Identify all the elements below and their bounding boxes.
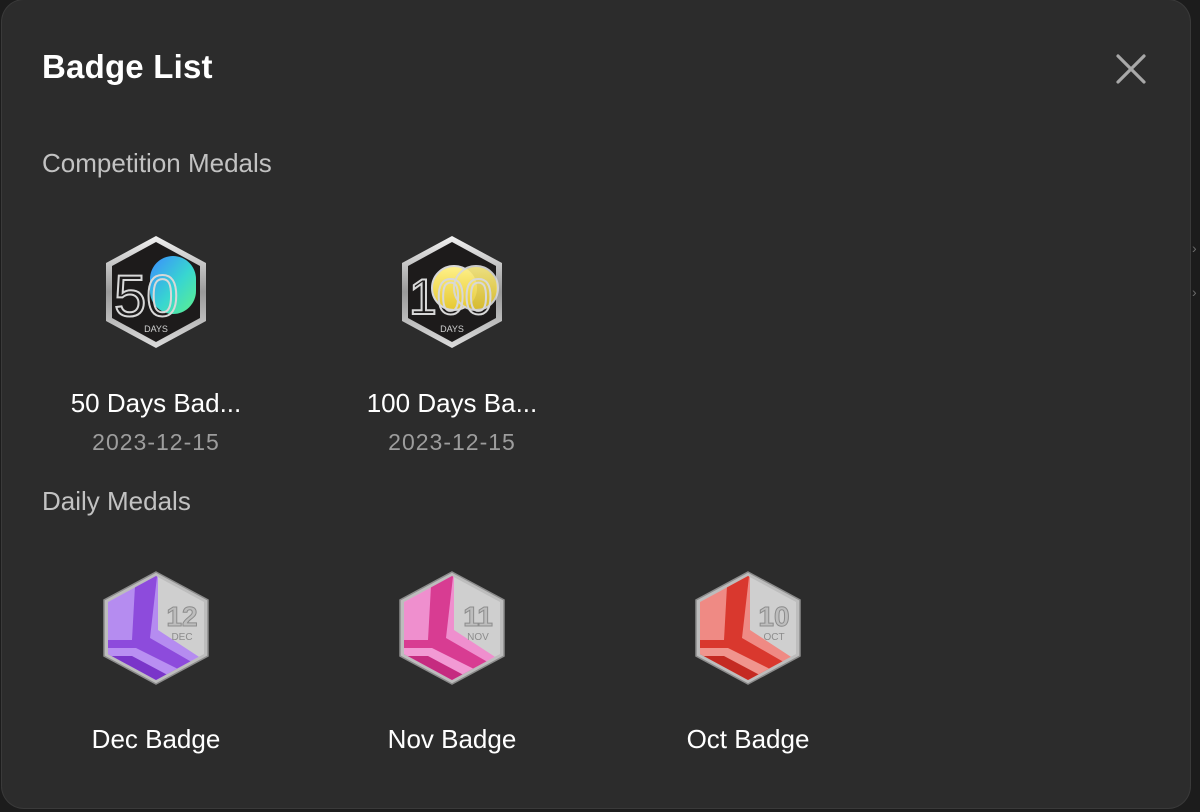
badge-card-nov[interactable]: 11 NOV Nov Badge (332, 568, 572, 755)
badge-name: Dec Badge (91, 724, 221, 754)
medal-month: OCT (763, 632, 784, 643)
badge-name: Oct Badge (686, 724, 810, 754)
medal-number: 50 (114, 264, 179, 329)
hundred-days-medal-icon: 100 DAYS (402, 236, 502, 348)
section-title-competition: Competition Medals (42, 148, 272, 178)
medal-month: DEC (171, 632, 192, 643)
december-medal-icon: 12 DEC (103, 571, 209, 685)
dialog-title: Badge List (42, 48, 213, 85)
medal-unit: DAYS (144, 324, 168, 334)
november-medal-icon: 11 NOV (399, 571, 505, 685)
badge-name: 100 Days Ba... (366, 388, 538, 418)
badge-card-dec[interactable]: 12 DEC Dec Badge (36, 568, 276, 755)
badge-name: Nov Badge (387, 724, 517, 754)
october-medal-icon: 10 OCT (695, 571, 801, 685)
section-title-daily: Daily Medals (42, 486, 191, 516)
medal-day: 12 (166, 601, 197, 632)
badge-name: 50 Days Bad... (70, 388, 242, 418)
background-fragment: › (1192, 284, 1197, 300)
badge-list-dialog: Badge List Competition Medals 50 DAYS 50… (2, 0, 1190, 808)
background-fragment: › (1192, 240, 1197, 256)
badge-card-50-days[interactable]: 50 DAYS 50 Days Bad... 2023-12-15 (36, 232, 276, 456)
badge-date: 2023-12-15 (388, 429, 516, 455)
badge-card-100-days[interactable]: 100 DAYS 100 Days Ba... 2023-12-15 (332, 232, 572, 456)
badge-date: 2023-12-15 (92, 429, 220, 455)
medal-day: 10 (758, 601, 789, 632)
badge-card-oct[interactable]: 10 OCT Oct Badge (628, 568, 868, 755)
medal-unit: DAYS (440, 324, 464, 334)
medal-day: 11 (463, 601, 493, 632)
fifty-days-medal-icon: 50 DAYS (106, 236, 206, 348)
close-button[interactable] (1112, 50, 1150, 88)
medal-month: NOV (467, 632, 489, 643)
medal-number: 100 (409, 269, 492, 325)
close-icon (1116, 54, 1146, 84)
